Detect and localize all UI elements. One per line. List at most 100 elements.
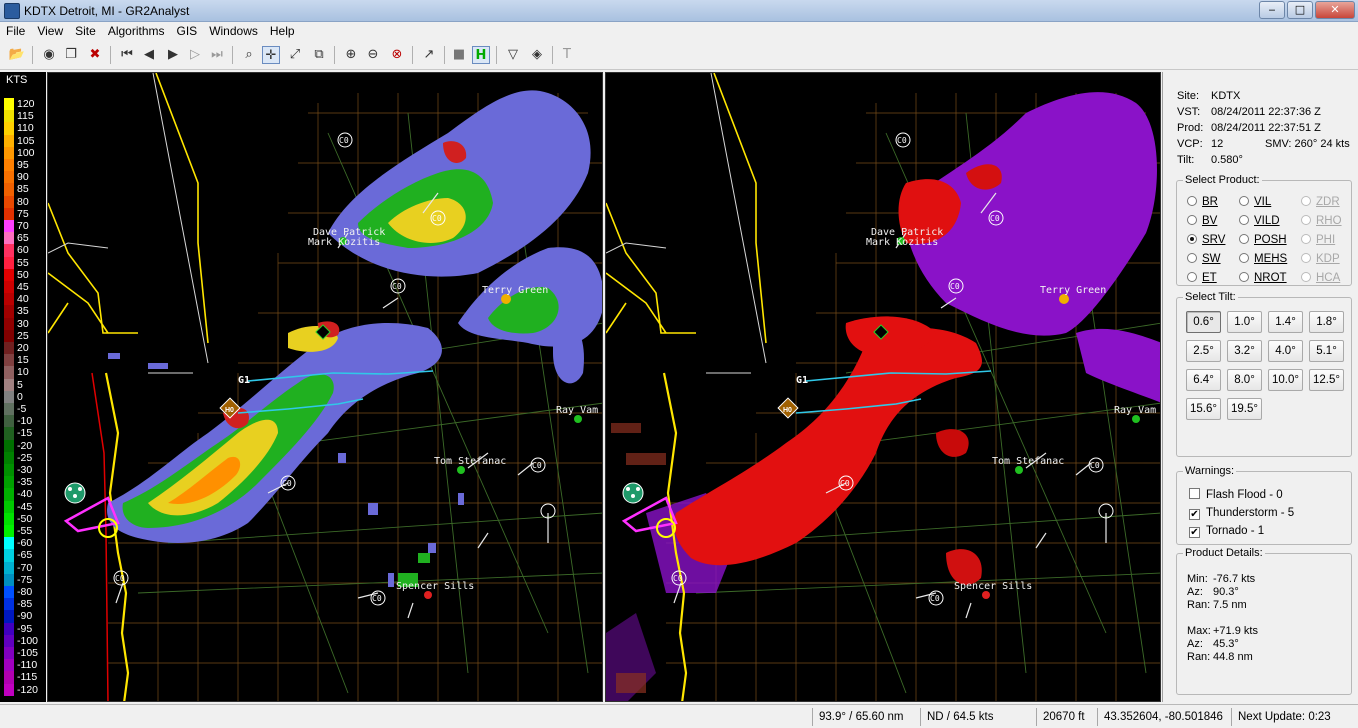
menu-windows[interactable]: Windows: [203, 22, 264, 38]
menu-algorithms[interactable]: Algorithms: [102, 22, 171, 38]
menu-gis[interactable]: GIS: [171, 22, 204, 38]
legend-label: 95: [17, 159, 29, 171]
last-frame-icon[interactable]: ⏭: [208, 46, 226, 64]
legend-label: 85: [17, 183, 29, 196]
select-product-title: Select Product:: [1185, 174, 1260, 186]
legend-label: -85: [17, 598, 33, 611]
record-icon[interactable]: ◉: [40, 46, 58, 64]
legend-label: 30: [17, 317, 29, 330]
product-radio-mehs[interactable]: MEHS: [1239, 251, 1287, 267]
legend-swatch: [4, 317, 14, 330]
product-radio-vild[interactable]: VILD: [1239, 213, 1280, 229]
product-radio-vil[interactable]: VIL: [1239, 194, 1271, 210]
maximize-button[interactable]: □: [1287, 1, 1313, 19]
radio-button-icon: [1239, 272, 1249, 282]
legend-row: 105: [0, 134, 46, 147]
first-frame-icon[interactable]: ⏮: [118, 46, 136, 64]
tilt-button[interactable]: 1.0°: [1227, 311, 1262, 333]
tilt-button[interactable]: 3.2°: [1227, 340, 1262, 362]
magnify-icon[interactable]: ⌕: [240, 46, 258, 64]
tilt-button[interactable]: 4.0°: [1268, 340, 1303, 362]
product-radio-rho[interactable]: RHO: [1301, 213, 1342, 229]
cross-section-icon[interactable]: ↗: [420, 46, 438, 64]
legend-swatch: [4, 671, 14, 684]
marker-c0-label: C0: [930, 594, 940, 603]
spotter-dot: [574, 415, 582, 423]
checkbox-icon: ✔: [1189, 509, 1200, 520]
pan-icon[interactable]: ✛: [262, 46, 280, 64]
stop-icon[interactable]: ■: [450, 46, 468, 64]
tilt-button[interactable]: 2.5°: [1186, 340, 1221, 362]
layers-icon[interactable]: ⧉: [310, 46, 328, 64]
product-radio-srv[interactable]: SRV: [1187, 232, 1225, 248]
product-radio-et[interactable]: ET: [1187, 270, 1217, 286]
delete-icon[interactable]: ✖: [86, 46, 104, 64]
minimize-button[interactable]: ‒: [1259, 1, 1285, 19]
zoom-reset-icon[interactable]: ⊗: [388, 46, 406, 64]
velocity-color-legend: KTS 120 115 110 105 100 95 90 85 80 75 70 65 60 55 50 4…: [0, 72, 46, 702]
menu-site[interactable]: Site: [69, 22, 102, 38]
zoom-in-icon[interactable]: ⊕: [342, 46, 360, 64]
tilt-button[interactable]: 1.4°: [1268, 311, 1303, 333]
radio-button-icon: [1187, 234, 1197, 244]
tilt-button[interactable]: 19.5°: [1227, 398, 1262, 420]
zoom-out-icon[interactable]: ⊖: [364, 46, 382, 64]
tilt-button[interactable]: 8.0°: [1227, 369, 1262, 391]
legend-swatch: [4, 207, 14, 220]
radar-panel-velocity[interactable]: C0 C0 C0 C0 C0 C0 C0 G1 H0 Dave Patrick …: [47, 72, 603, 702]
radio-button-icon: [1301, 215, 1311, 225]
legend-swatch: [4, 281, 14, 294]
product-radio-bv[interactable]: BV: [1187, 213, 1217, 229]
tilt-button[interactable]: 1.8°: [1309, 311, 1344, 333]
spotter-label: Tom Stefanac: [992, 456, 1064, 467]
copy-icon[interactable]: ❐: [62, 46, 80, 64]
tilt-button[interactable]: 5.1°: [1309, 340, 1344, 362]
product-radio-sw[interactable]: SW: [1187, 251, 1221, 267]
product-radio-phi[interactable]: PHI: [1301, 232, 1335, 248]
warning-checkbox[interactable]: ✔ Tornado - 1: [1189, 523, 1264, 539]
diamond-icon[interactable]: ◈: [528, 46, 546, 64]
next-frame-icon[interactable]: ▷: [186, 46, 204, 64]
text-tool-icon[interactable]: T: [558, 46, 576, 64]
product-radio-zdr[interactable]: ZDR: [1301, 194, 1340, 210]
play-icon[interactable]: ▶: [164, 46, 182, 64]
close-button[interactable]: ✕: [1315, 1, 1355, 19]
app-icon: [4, 3, 20, 19]
tilt-button[interactable]: 12.5°: [1309, 369, 1344, 391]
radio-button-icon: [1187, 196, 1197, 206]
radar-map-right: C0 C0 C0 C0 C0 C0 C0 G1 H0 Dave Patrick …: [606, 73, 1160, 701]
measure-icon[interactable]: ⤢: [286, 46, 304, 64]
tilt-button[interactable]: 0.6°: [1186, 311, 1221, 333]
triangle-icon[interactable]: ▽: [504, 46, 522, 64]
warning-checkbox[interactable]: Flash Flood - 0: [1189, 487, 1283, 503]
state-and-coast-lines: [606, 73, 767, 701]
product-radio-hca[interactable]: HCA: [1301, 270, 1340, 286]
warning-checkbox[interactable]: ✔ Thunderstorm - 5: [1189, 505, 1294, 521]
menu-view[interactable]: View: [31, 22, 69, 38]
split-view-icon[interactable]: H: [472, 46, 490, 64]
legend-label: -40: [17, 488, 33, 501]
legend-swatch: [4, 464, 14, 477]
menu-help[interactable]: Help: [264, 22, 301, 38]
product-radio-kdp[interactable]: KDP: [1301, 251, 1340, 267]
legend-row: -45: [0, 500, 46, 513]
product-radio-posh[interactable]: POSH: [1239, 232, 1287, 248]
legend-label: -105: [17, 647, 39, 659]
info-site: Site: KDTX: [1177, 90, 1241, 102]
marker-c0-label: C0: [532, 461, 542, 470]
legend-swatch: [4, 586, 14, 599]
tilt-button[interactable]: 15.6°: [1186, 398, 1221, 420]
menu-file[interactable]: File: [0, 22, 31, 38]
legend-swatch: [4, 232, 14, 245]
open-icon[interactable]: 📂: [8, 46, 26, 64]
product-radio-nrot[interactable]: NROT: [1239, 270, 1287, 286]
previous-frame-icon[interactable]: ◀: [140, 46, 158, 64]
detail-az-max: Az: 45.3°: [1187, 638, 1239, 650]
legend-swatch: [4, 537, 14, 550]
product-radio-label: VIL: [1254, 196, 1272, 208]
radar-panel-srv[interactable]: C0 C0 C0 C0 C0 C0 C0 G1 H0 Dave Patrick …: [605, 72, 1161, 702]
tilt-button[interactable]: 10.0°: [1268, 369, 1303, 391]
spotter-label: Ray Vam: [556, 405, 598, 416]
product-radio-br[interactable]: BR: [1187, 194, 1218, 210]
tilt-button[interactable]: 6.4°: [1186, 369, 1221, 391]
